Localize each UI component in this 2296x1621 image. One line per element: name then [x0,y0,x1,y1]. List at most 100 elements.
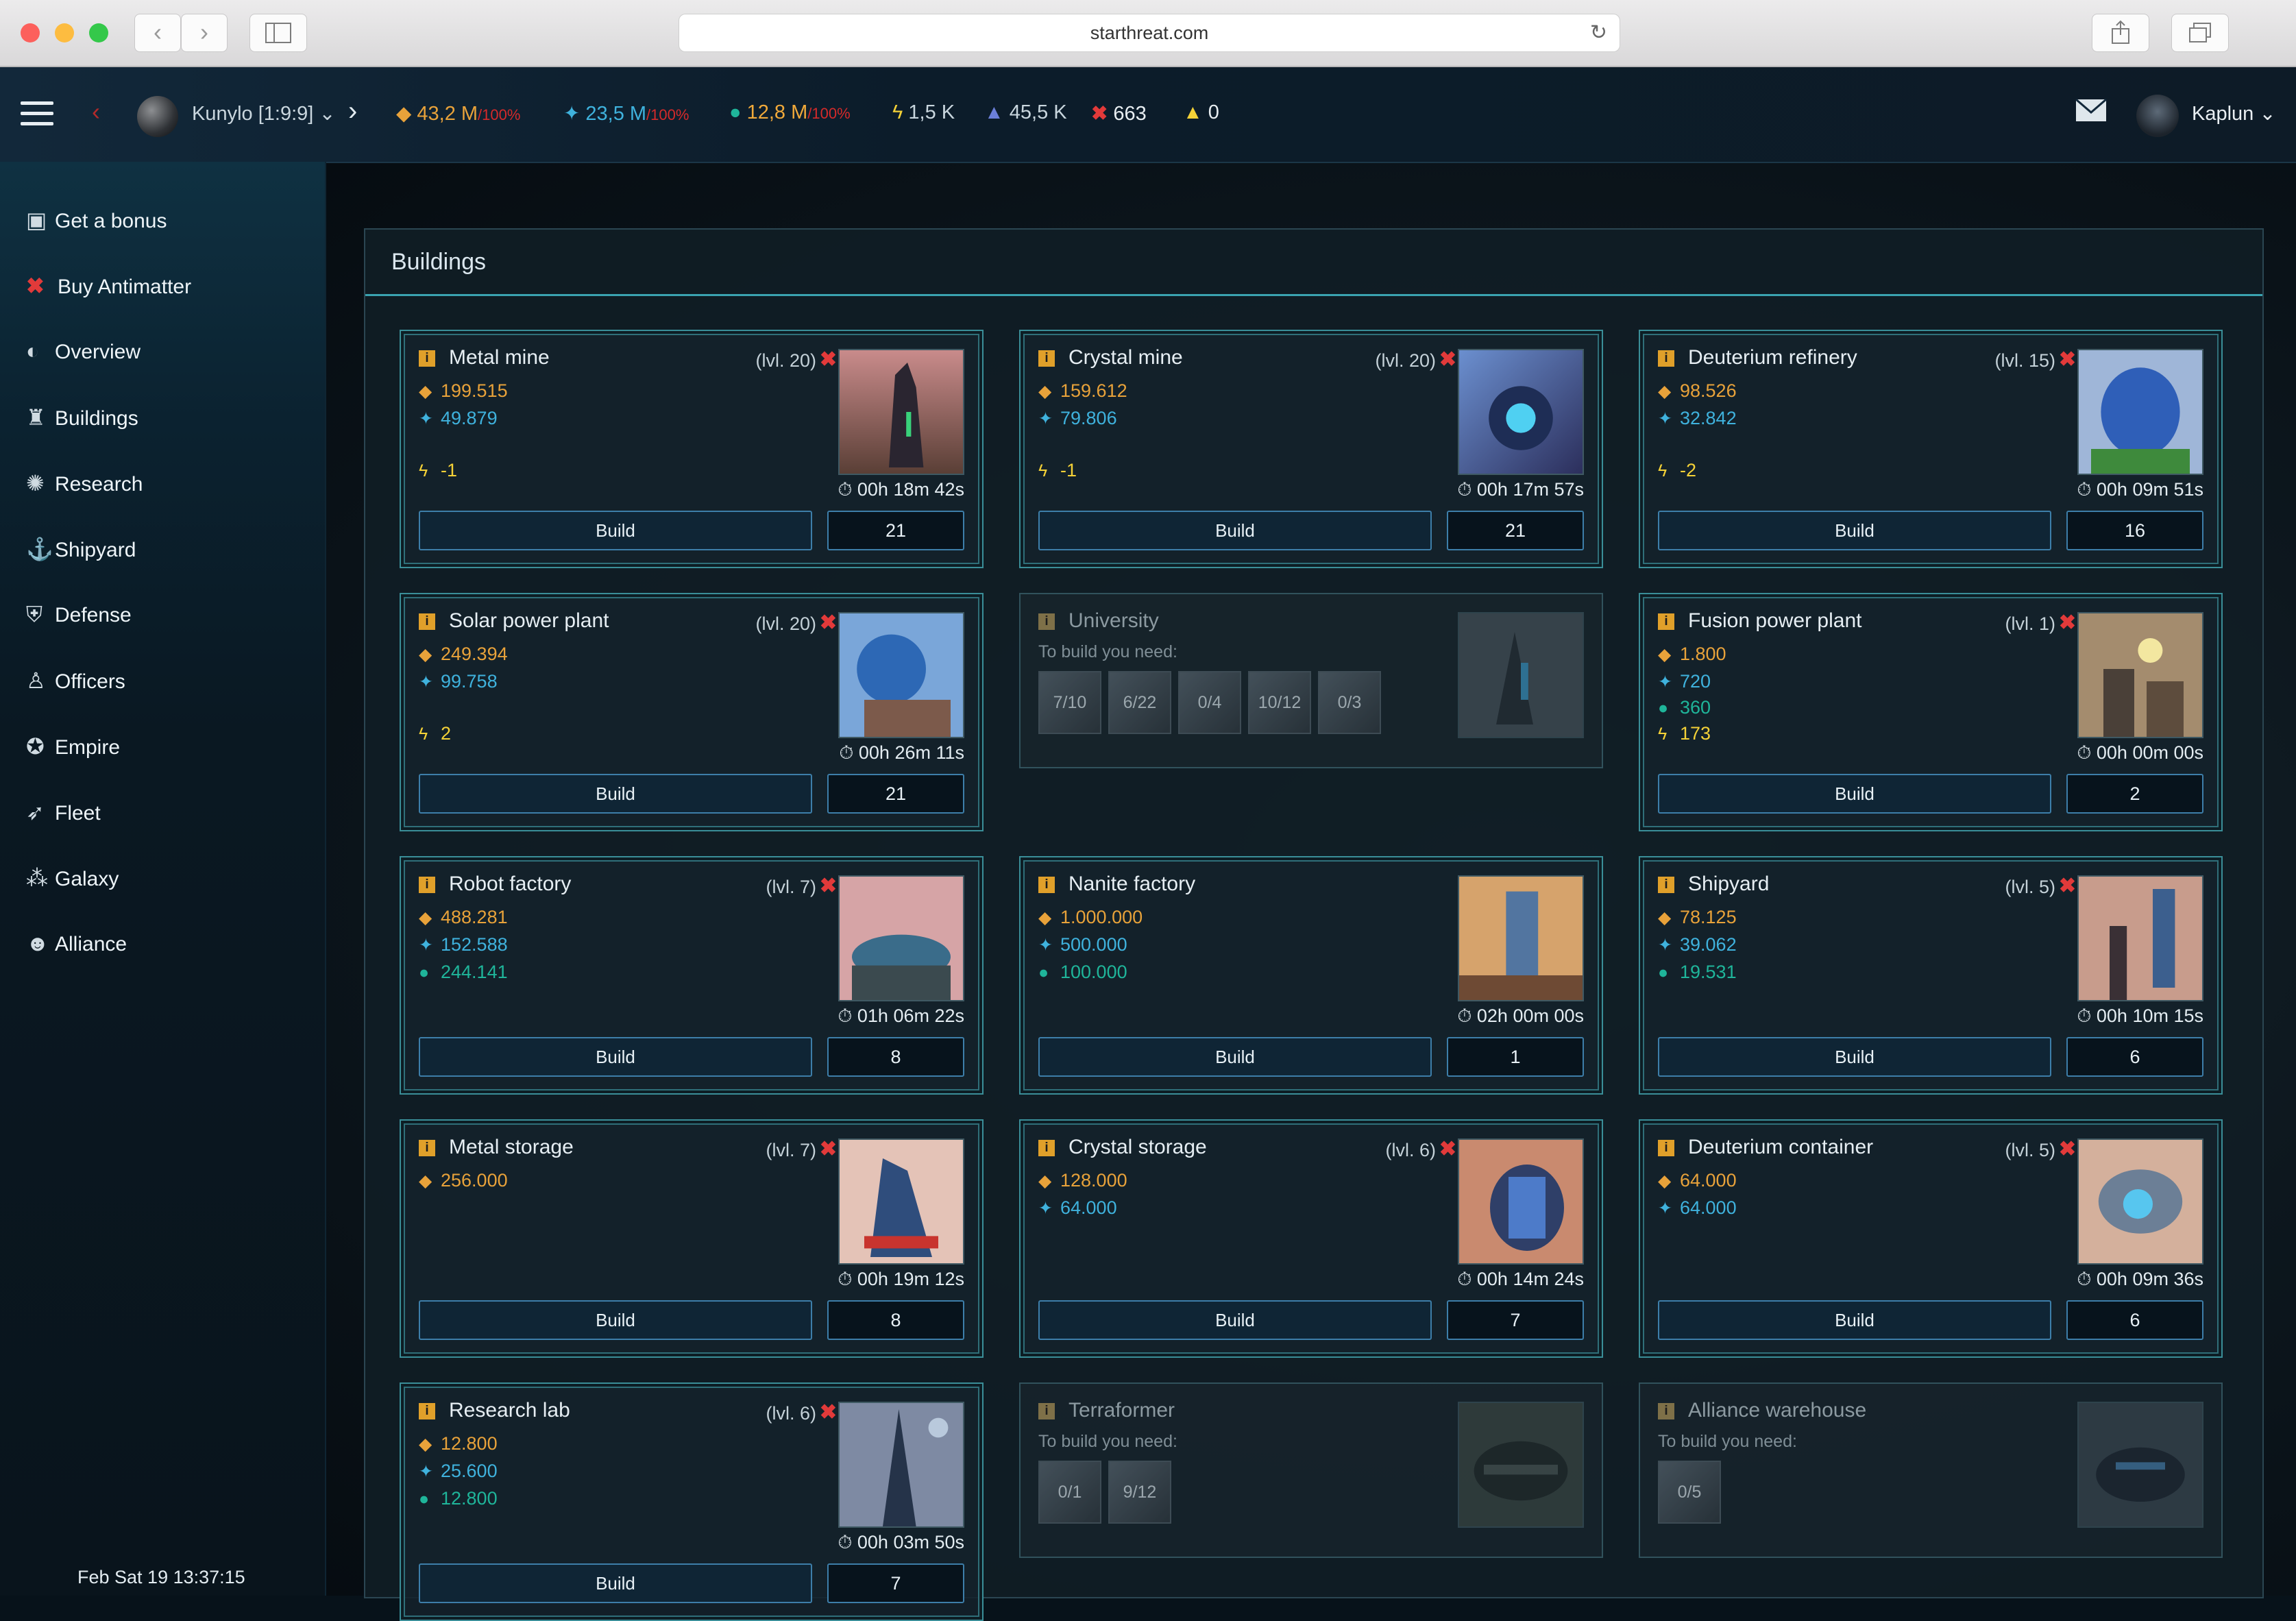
planet-name: Kunylo [1:9:9] [192,103,314,125]
info-icon[interactable]: i [419,350,435,367]
tabs-overview-button[interactable] [2171,14,2229,52]
build-quantity-input[interactable]: 21 [827,774,964,814]
build-button[interactable]: Build [1038,511,1432,550]
build-quantity-input[interactable]: 6 [2066,1037,2203,1077]
demolish-icon[interactable]: ✖ [2059,874,2076,898]
sidebar-item-shipyard[interactable]: ⚓Shipyard [26,536,136,577]
info-icon[interactable]: i [1038,1403,1055,1419]
build-quantity-input[interactable]: 7 [1447,1300,1584,1340]
build-quantity-input[interactable]: 1 [1447,1037,1584,1077]
requirement-tile[interactable]: 0/5 [1658,1461,1721,1524]
demolish-icon[interactable]: ✖ [2059,1137,2076,1161]
requirement-tile[interactable]: 0/4 [1178,671,1241,734]
panel-header: Buildings [365,230,2262,296]
next-planet-icon[interactable]: › [348,96,357,127]
sidebar-item-buy-antimatter[interactable]: ✖ Buy Antimatter [26,273,191,314]
build-button[interactable]: Build [419,511,812,550]
info-icon[interactable]: i [1658,1140,1674,1156]
metal-icon: ◆ [1038,382,1052,401]
building-name: Nanite factory [1068,873,1196,895]
info-icon[interactable]: i [419,1403,435,1419]
info-icon[interactable]: i [419,877,435,893]
demolish-icon[interactable]: ✖ [820,348,837,371]
demolish-icon[interactable]: ✖ [820,611,837,635]
info-icon[interactable]: i [1658,613,1674,630]
info-icon[interactable]: i [1038,1140,1055,1156]
menu-icon[interactable] [21,101,53,127]
reload-icon[interactable]: ↻ [1590,14,1607,51]
build-quantity-input[interactable]: 8 [827,1037,964,1077]
maximize-window-button[interactable] [89,23,108,42]
user-menu[interactable]: Kaplun ⌄ [2192,101,2276,125]
requirement-tile[interactable]: 0/3 [1318,671,1381,734]
info-icon[interactable]: i [1038,613,1055,630]
requirement-tile[interactable]: 6/22 [1108,671,1171,734]
build-button[interactable]: Build [1038,1037,1432,1077]
demolish-icon[interactable]: ✖ [1439,1137,1456,1161]
alerts[interactable]: ▲ 0 [1183,101,1219,124]
build-quantity-input[interactable]: 7 [827,1563,964,1603]
address-bar[interactable]: starthreat.com ↻ [679,14,1620,52]
build-quantity-input[interactable]: 6 [2066,1300,2203,1340]
sidebar-item-alliance[interactable]: ☻ Alliance [26,931,127,972]
build-button[interactable]: Build [1658,774,2051,814]
metal-cost: ◆ 64.000 [1658,1170,1737,1191]
build-button[interactable]: Build [1658,511,2051,550]
demolish-icon[interactable]: ✖ [1439,348,1456,371]
requirement-tile[interactable]: 0/1 [1038,1461,1101,1524]
forward-button[interactable]: › [181,14,228,52]
sidebar-toggle-button[interactable] [249,14,307,52]
demolish-icon[interactable]: ✖ [820,1137,837,1161]
building-level: (lvl. 20) [1375,350,1436,371]
building-name: Crystal storage [1068,1136,1207,1158]
user-avatar[interactable] [2136,95,2179,137]
demolish-icon[interactable]: ✖ [820,874,837,898]
info-icon[interactable]: i [1658,350,1674,367]
demolish-icon[interactable]: ✖ [2059,348,2076,371]
sidebar-item-galaxy[interactable]: ⁂ Galaxy [26,865,119,906]
minimize-window-button[interactable] [55,23,74,42]
build-button[interactable]: Build [419,1300,812,1340]
info-icon[interactable]: i [1658,1403,1674,1419]
previous-planet-icon[interactable]: ‹ [92,97,100,126]
demolish-icon[interactable]: ✖ [820,1400,837,1424]
build-quantity-input[interactable]: 21 [827,511,964,550]
sidebar-item-empire[interactable]: ✪ Empire [26,733,120,775]
build-button[interactable]: Build [1658,1300,2051,1340]
build-quantity-input[interactable]: 2 [2066,774,2203,814]
share-button[interactable] [2092,14,2149,52]
build-button[interactable]: Build [1038,1300,1432,1340]
sidebar-item-overview[interactable]: ◐ Overview [26,339,141,380]
build-button[interactable]: Build [419,1037,812,1077]
messages-button[interactable] [2075,98,2107,127]
build-button[interactable]: Build [419,774,812,814]
info-icon[interactable]: i [1658,877,1674,893]
info-icon[interactable]: i [419,613,435,630]
sidebar-item-buildings[interactable]: ♜ Buildings [26,404,138,446]
demolish-icon[interactable]: ✖ [2059,611,2076,635]
build-quantity-input[interactable]: 16 [2066,511,2203,550]
info-icon[interactable]: i [1038,350,1055,367]
info-icon[interactable]: i [419,1140,435,1156]
building-name: Alliance warehouse [1688,1399,1867,1422]
requirement-tile[interactable]: 9/12 [1108,1461,1171,1524]
build-button[interactable]: Build [1658,1037,2051,1077]
sidebar-item-fleet[interactable]: ➶ Fleet [26,799,101,840]
deuterium-icon: ● [1038,963,1049,982]
build-quantity-input[interactable]: 8 [827,1300,964,1340]
sidebar-item-defense[interactable]: ⛨ Defense [26,602,132,643]
sidebar-item-officers[interactable]: ♙ Officers [26,668,125,709]
requirement-tile[interactable]: 10/12 [1248,671,1311,734]
sidebar-item-get-a-bonus[interactable]: ▣ Get a bonus [26,207,167,248]
building-name: Metal mine [449,346,550,369]
back-button[interactable]: ‹ [134,14,181,52]
build-quantity-input[interactable]: 21 [1447,511,1584,550]
close-window-button[interactable] [21,23,40,42]
requirement-tile[interactable]: 7/10 [1038,671,1101,734]
info-icon[interactable]: i [1038,877,1055,893]
planet-selector[interactable]: Kunylo [1:9:9] ⌄ [192,101,336,125]
build-button[interactable]: Build [419,1563,812,1603]
building-card-deuterium-refinery: i Deuterium refinery (lvl. 15) ✖ ◆ 98.526… [1639,330,2223,568]
sidebar-item-research[interactable]: ✺ Research [26,470,143,511]
crystal-cost: ✦ 25.600 [419,1461,498,1481]
